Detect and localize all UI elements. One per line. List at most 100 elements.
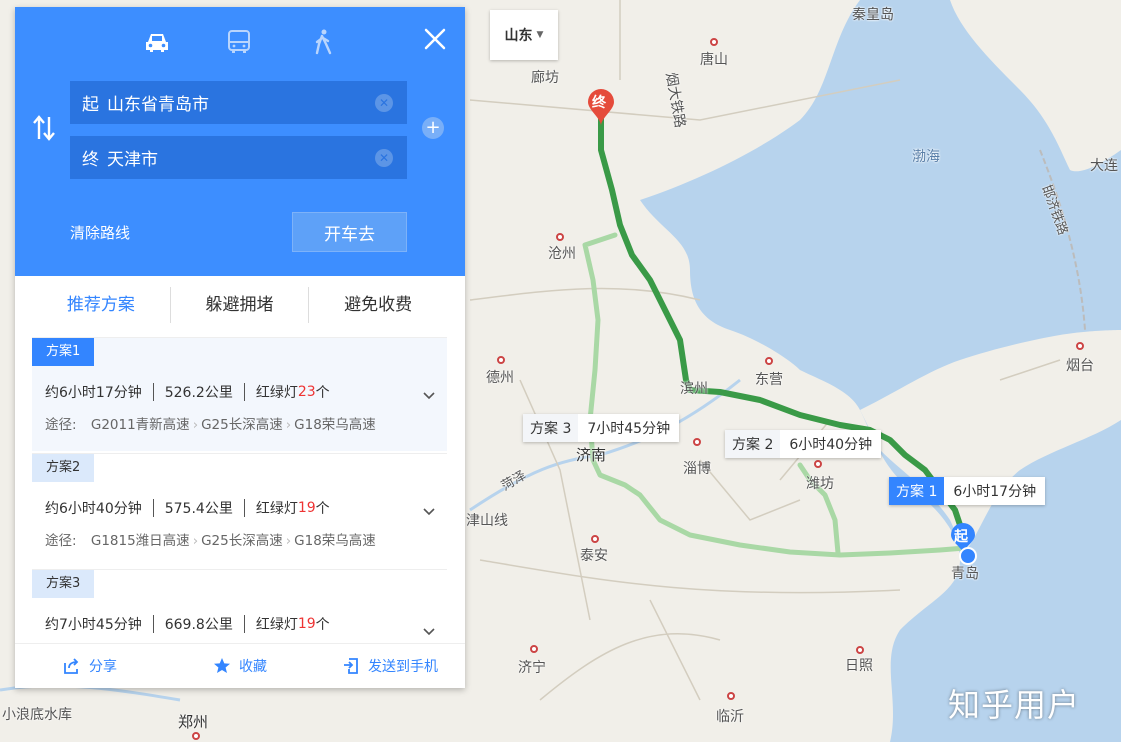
route-plan-1[interactable]: 方案1 约6小时17分钟 526.2公里 红绿灯 23 个 途径: G2011青新高… xyxy=(32,337,447,451)
end-field-label: 终 xyxy=(82,150,99,170)
via-road: G1815潍日高速 xyxy=(90,533,190,549)
route-tag-time: 6小时17分钟 xyxy=(953,484,1037,500)
share-button[interactable]: 分享 xyxy=(15,656,165,676)
city-label: 潍坊 xyxy=(806,476,834,492)
plan-lights-unit: 个 xyxy=(315,501,330,517)
route-plan-2[interactable]: 方案2 约6小时40分钟 575.4公里 红绿灯 19 个 途径: G1815潍日高… xyxy=(32,453,447,567)
send-to-phone-button[interactable]: 发送到手机 xyxy=(315,656,465,676)
plan-lights-count: 23 xyxy=(297,384,316,400)
route-tag-key: 方案 1 xyxy=(889,477,945,505)
city-pin xyxy=(497,356,505,364)
panel-footer: 分享 收藏 发送到手机 xyxy=(15,643,465,688)
city-pin xyxy=(814,460,822,468)
tab-avoid-tolls[interactable]: 避免收费 xyxy=(308,287,447,323)
city-pin xyxy=(856,646,864,654)
plan-lights-label: 红绿灯 xyxy=(255,617,298,633)
start-input[interactable] xyxy=(107,92,375,113)
chevron-down-icon[interactable] xyxy=(421,624,437,640)
watermark: 知乎用户 xyxy=(948,686,1081,724)
plan-distance: 526.2公里 xyxy=(164,385,233,401)
add-waypoint-icon[interactable]: + xyxy=(422,117,444,139)
walk-icon[interactable] xyxy=(308,27,338,57)
plan-lights-unit: 个 xyxy=(315,385,330,401)
route-panel-header: 起 ✕ 终 ✕ + 清除路线 开车去 xyxy=(15,7,465,276)
city-pin xyxy=(530,645,538,653)
share-label: 分享 xyxy=(89,659,117,675)
city-label: 泰安 xyxy=(580,548,608,564)
plan-lights-count: 19 xyxy=(297,500,316,516)
city-label: 济宁 xyxy=(518,660,546,676)
bus-icon[interactable] xyxy=(224,27,254,57)
tab-recommended[interactable]: 推荐方案 xyxy=(32,287,170,323)
share-icon xyxy=(64,658,79,674)
city-pin xyxy=(765,357,773,365)
star-icon xyxy=(214,658,230,673)
city-label: 烟台 xyxy=(1066,358,1094,374)
via-road: G18荣乌高速 xyxy=(294,417,376,433)
city-label: 德州 xyxy=(486,370,514,386)
city-pin xyxy=(591,535,599,543)
city-label: 大连 xyxy=(1090,158,1118,174)
city-label: 日照 xyxy=(845,658,873,674)
start-field[interactable]: 起 ✕ xyxy=(70,81,407,124)
city-pin xyxy=(727,692,735,700)
province-label: 山东 xyxy=(504,28,533,44)
swap-icon[interactable] xyxy=(31,113,57,143)
plan-badge: 方案3 xyxy=(32,570,95,598)
start-marker[interactable]: 起 xyxy=(948,522,982,568)
sea-label: 渤海 xyxy=(912,149,940,165)
caret-down-icon: ▼ xyxy=(536,30,544,40)
city-label: 郑州 xyxy=(178,713,209,731)
route-tag-3[interactable]: 方案 3 7小时45分钟 xyxy=(523,414,680,442)
route-tag-2[interactable]: 方案 2 6小时40分钟 xyxy=(725,430,882,458)
route-panel: 起 ✕ 终 ✕ + 清除路线 开车去 推荐方案 躲避拥堵 避免收费 方案1 约6… xyxy=(15,7,465,688)
via-road: G18荣乌高速 xyxy=(294,533,376,549)
city-label: 沧州 xyxy=(548,246,576,262)
via-label: 途径: xyxy=(45,417,77,433)
tab-avoid-congestion[interactable]: 躲避拥堵 xyxy=(169,287,309,323)
route-tag-key: 方案 2 xyxy=(725,430,781,458)
plan-badge: 方案2 xyxy=(32,454,95,482)
route-plan-3[interactable]: 方案3 约7小时45分钟 669.8公里 红绿灯 19 个 xyxy=(32,569,447,643)
car-icon[interactable] xyxy=(142,27,172,57)
route-tag-time: 7小时45分钟 xyxy=(587,421,671,437)
end-field[interactable]: 终 ✕ xyxy=(70,136,407,179)
end-input[interactable] xyxy=(107,147,375,168)
start-field-label: 起 xyxy=(82,95,99,115)
via-road: G25长深高速 xyxy=(201,417,283,433)
end-marker-label: 终 xyxy=(592,95,606,111)
city-label: 淄博 xyxy=(683,461,711,477)
clear-start-icon[interactable]: ✕ xyxy=(375,93,393,112)
clear-route-link[interactable]: 清除路线 xyxy=(70,222,130,243)
route-tag-1[interactable]: 方案 1 6小时17分钟 xyxy=(889,477,1046,505)
plan-stats: 约7小时45分钟 669.8公里 红绿灯 19 个 xyxy=(45,614,330,634)
plan-distance: 669.8公里 xyxy=(164,617,233,633)
favorite-button[interactable]: 收藏 xyxy=(165,656,315,676)
end-marker[interactable]: 终 xyxy=(586,88,616,128)
province-selector[interactable]: 山东 ▼ xyxy=(490,10,558,60)
city-label: 临沂 xyxy=(716,709,744,725)
start-marker-label: 起 xyxy=(954,529,968,545)
chevron-down-icon[interactable] xyxy=(421,388,437,404)
city-label: 济南 xyxy=(576,446,607,464)
city-label: 滨州 xyxy=(680,381,708,397)
plan-lights-label: 红绿灯 xyxy=(255,385,298,401)
send-to-phone-label: 发送到手机 xyxy=(368,659,438,675)
city-pin xyxy=(693,438,701,446)
plan-lights-unit: 个 xyxy=(315,617,330,633)
plan-lights-count: 19 xyxy=(297,616,316,632)
chevron-down-icon[interactable] xyxy=(421,504,437,520)
plan-time: 约7小时45分钟 xyxy=(45,617,142,633)
plan-lights-label: 红绿灯 xyxy=(255,501,298,517)
drive-button[interactable]: 开车去 xyxy=(292,212,407,252)
route-preference-tabs: 推荐方案 躲避拥堵 避免收费 xyxy=(32,287,447,323)
plan-stats: 约6小时40分钟 575.4公里 红绿灯 19 个 xyxy=(45,498,330,518)
city-label: 小浪底水库 xyxy=(2,707,72,723)
clear-end-icon[interactable]: ✕ xyxy=(375,148,393,167)
route-tag-key: 方案 3 xyxy=(523,414,579,442)
plan-time: 约6小时40分钟 xyxy=(45,501,142,517)
close-icon[interactable] xyxy=(421,25,449,53)
city-label: 廊坊 xyxy=(531,70,559,86)
city-pin xyxy=(1076,342,1084,350)
city-label: 津山线 xyxy=(466,513,508,529)
